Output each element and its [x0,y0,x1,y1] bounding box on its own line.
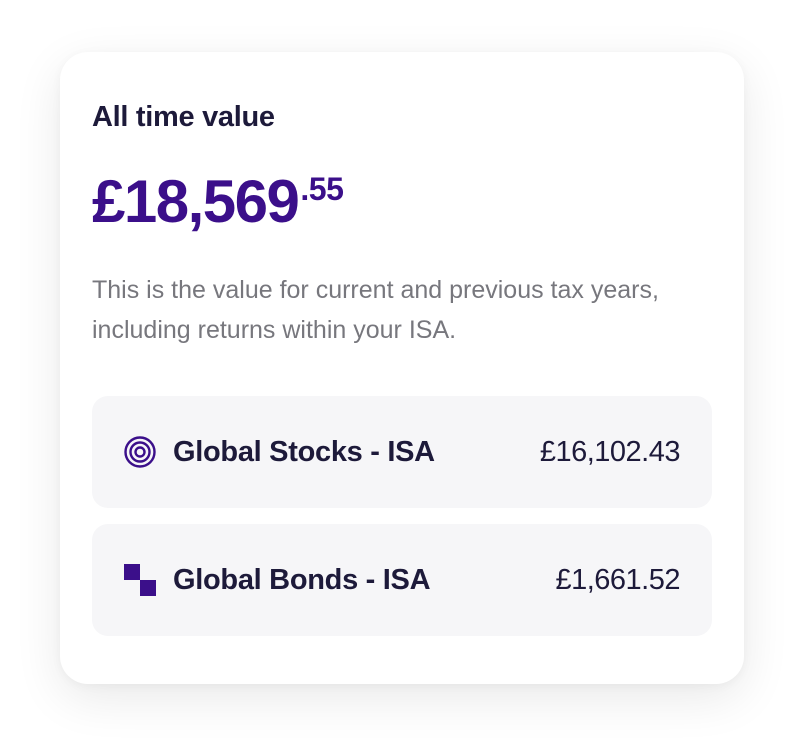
fund-row-global-bonds[interactable]: Global Bonds - ISA £1,661.52 [92,524,712,636]
fund-value: £1,661.52 [555,563,680,596]
fund-name: Global Bonds - ISA [173,563,431,596]
value-description: This is the value for current and previo… [92,276,659,344]
concentric-circles-icon [124,436,156,468]
all-time-value-card: All time value £18,569 .55 This is the v… [60,52,744,684]
checker-squares-icon [124,564,156,596]
fund-name: Global Stocks - ISA [173,435,435,468]
card-title: All time value [92,101,275,133]
fund-value: £16,102.43 [539,435,681,468]
total-amount-pence: .55 [300,171,344,207]
fund-row-global-stocks[interactable]: Global Stocks - ISA £16,102.43 [92,396,712,508]
total-amount-main: £18,569 [92,168,300,235]
total-amount: £18,569 .55 [92,167,344,237]
